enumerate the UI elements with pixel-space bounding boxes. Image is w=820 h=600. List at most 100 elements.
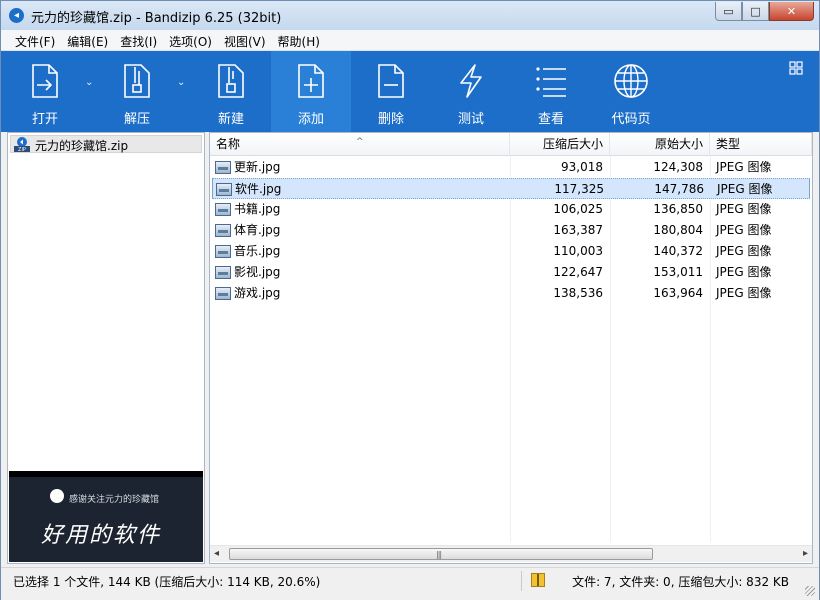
file-packed-size: 93,018	[561, 160, 603, 174]
table-row[interactable]: 体育.jpg 163,387 180,804 JPEG 图像	[212, 220, 810, 241]
open-label: 打开	[31, 112, 58, 127]
test-icon	[460, 64, 482, 98]
new-archive-button[interactable]: 新建	[193, 51, 269, 132]
table-row[interactable]: 书籍.jpg 106,025 136,850 JPEG 图像	[212, 199, 810, 220]
minimize-button[interactable]: ▭	[715, 2, 742, 21]
maximize-button[interactable]: □	[742, 2, 769, 21]
window-title: 元力的珍藏馆.zip - Bandizip 6.25 (32bit)	[31, 11, 282, 26]
globe-icon	[614, 64, 648, 98]
file-type: JPEG 图像	[717, 182, 773, 196]
tree-item-label: 元力的珍藏馆.zip	[35, 139, 129, 153]
logo-icon	[50, 489, 64, 503]
test-label: 测试	[457, 112, 484, 127]
banner-headline: 好用的软件	[41, 523, 162, 548]
tree-item-archive-root[interactable]: ZIP 元力的珍藏馆.zip	[10, 135, 202, 153]
view-button[interactable]: 查看	[513, 51, 589, 132]
column-header-type[interactable]: 类型	[710, 133, 812, 156]
open-dropdown[interactable]: ⌄	[81, 51, 99, 132]
scroll-right-arrow-icon[interactable]: ▸	[803, 548, 808, 559]
file-type: JPEG 图像	[716, 286, 772, 300]
file-original-size: 124,308	[653, 160, 703, 174]
file-original-size: 136,850	[653, 202, 703, 216]
delete-icon	[378, 64, 404, 98]
file-type: JPEG 图像	[716, 223, 772, 237]
list-header: 名称 ^ 压缩后大小 原始大小 类型	[210, 133, 812, 156]
file-type: JPEG 图像	[716, 244, 772, 258]
sort-ascending-icon: ^	[356, 137, 364, 147]
image-file-icon	[215, 203, 231, 216]
status-divider	[521, 571, 522, 591]
file-packed-size: 117,325	[554, 182, 604, 196]
file-packed-size: 106,025	[553, 202, 603, 216]
folder-tree-pane: ZIP 元力的珍藏馆.zip 感谢关注元力的珍藏馆 好用的软件	[7, 132, 205, 564]
bandizip-app-icon[interactable]: ◂	[9, 8, 24, 23]
codepage-button[interactable]: 代码页	[593, 51, 669, 132]
file-packed-size: 122,647	[553, 265, 603, 279]
column-header-name[interactable]: 名称 ^	[210, 133, 510, 156]
add-button[interactable]: 添加	[271, 51, 351, 132]
new-archive-icon	[218, 64, 244, 98]
image-file-icon	[215, 224, 231, 237]
table-row[interactable]: 音乐.jpg 110,003 140,372 JPEG 图像	[212, 241, 810, 262]
zip-archive-icon: ZIP	[14, 137, 30, 152]
promo-banner[interactable]: 感谢关注元力的珍藏馆 好用的软件	[9, 471, 203, 562]
menu-file[interactable]: 文件(F)	[9, 30, 61, 50]
window-controls: ▭ □ ✕	[715, 2, 814, 21]
file-packed-size: 163,387	[553, 223, 603, 237]
scrollbar-thumb[interactable]: |||	[229, 548, 653, 560]
menu-find[interactable]: 查找(I)	[114, 30, 163, 50]
menu-view[interactable]: 视图(V)	[218, 30, 272, 50]
table-row[interactable]: 游戏.jpg 138,536 163,964 JPEG 图像	[212, 283, 810, 304]
column-header-name-label: 名称	[216, 137, 241, 151]
view-label: 查看	[537, 112, 564, 127]
app-window: ◂ 元力的珍藏馆.zip - Bandizip 6.25 (32bit) ▭ □…	[0, 0, 820, 600]
column-header-packed-size[interactable]: 压缩后大小	[510, 133, 610, 156]
delete-label: 删除	[377, 112, 404, 127]
banner-caption: 感谢关注元力的珍藏馆	[69, 495, 160, 505]
menu-edit[interactable]: 编辑(E)	[61, 30, 114, 50]
archive-summary: 文件: 7, 文件夹: 0, 压缩包大小: 832 KB	[572, 575, 789, 589]
close-button[interactable]: ✕	[769, 2, 814, 21]
status-bar: 已选择 1 个文件, 144 KB (压缩后大小: 114 KB, 20.6%)…	[1, 567, 819, 600]
resize-grip-icon[interactable]	[805, 586, 815, 596]
test-button[interactable]: 测试	[433, 51, 509, 132]
file-type: JPEG 图像	[716, 160, 772, 174]
extract-button[interactable]: 解压	[101, 51, 173, 132]
delete-button[interactable]: 删除	[353, 51, 429, 132]
file-original-size: 180,804	[653, 223, 703, 237]
horizontal-scrollbar[interactable]: ◂ ||| ▸	[210, 545, 812, 562]
image-file-icon	[215, 245, 231, 258]
table-row[interactable]: 更新.jpg 93,018 124,308 JPEG 图像	[212, 157, 810, 178]
toolbar: 打开 ⌄ 解压 ⌄ 新建 添加 删除 测试 查看 代码页	[1, 51, 819, 132]
table-row[interactable]: 影视.jpg 122,647 153,011 JPEG 图像	[212, 262, 810, 283]
add-label: 添加	[297, 112, 324, 127]
extract-label: 解压	[123, 112, 150, 127]
file-name: 游戏.jpg	[234, 286, 281, 300]
open-button[interactable]: 打开	[9, 51, 81, 132]
extract-dropdown[interactable]: ⌄	[173, 51, 191, 132]
scroll-left-arrow-icon[interactable]: ◂	[214, 548, 219, 559]
file-type: JPEG 图像	[716, 202, 772, 216]
menu-options[interactable]: 选项(O)	[163, 30, 218, 50]
open-icon	[32, 64, 58, 98]
archive-zipper-icon	[531, 573, 545, 587]
image-file-icon	[215, 287, 231, 300]
chevron-down-icon: ⌄	[85, 77, 94, 88]
svg-text:ZIP: ZIP	[18, 147, 26, 152]
image-file-icon	[216, 183, 232, 196]
menu-bar: 文件(F) 编辑(E) 查找(I) 选项(O) 视图(V) 帮助(H)	[1, 30, 819, 51]
file-original-size: 147,786	[654, 182, 704, 196]
file-packed-size: 110,003	[553, 244, 603, 258]
file-name: 书籍.jpg	[234, 202, 281, 216]
file-name: 体育.jpg	[234, 223, 281, 237]
menu-help[interactable]: 帮助(H)	[272, 30, 326, 50]
extract-icon	[124, 64, 150, 98]
table-row[interactable]: 软件.jpg 117,325 147,786 JPEG 图像	[212, 178, 810, 199]
column-header-original-size[interactable]: 原始大小	[610, 133, 710, 156]
chevron-down-icon: ⌄	[177, 77, 186, 88]
new-archive-label: 新建	[217, 112, 244, 127]
title-bar[interactable]: ◂ 元力的珍藏馆.zip - Bandizip 6.25 (32bit) ▭ □…	[1, 1, 819, 30]
layout-grid-icon[interactable]	[789, 61, 803, 75]
file-name: 更新.jpg	[234, 160, 281, 174]
file-name: 影视.jpg	[234, 265, 281, 279]
